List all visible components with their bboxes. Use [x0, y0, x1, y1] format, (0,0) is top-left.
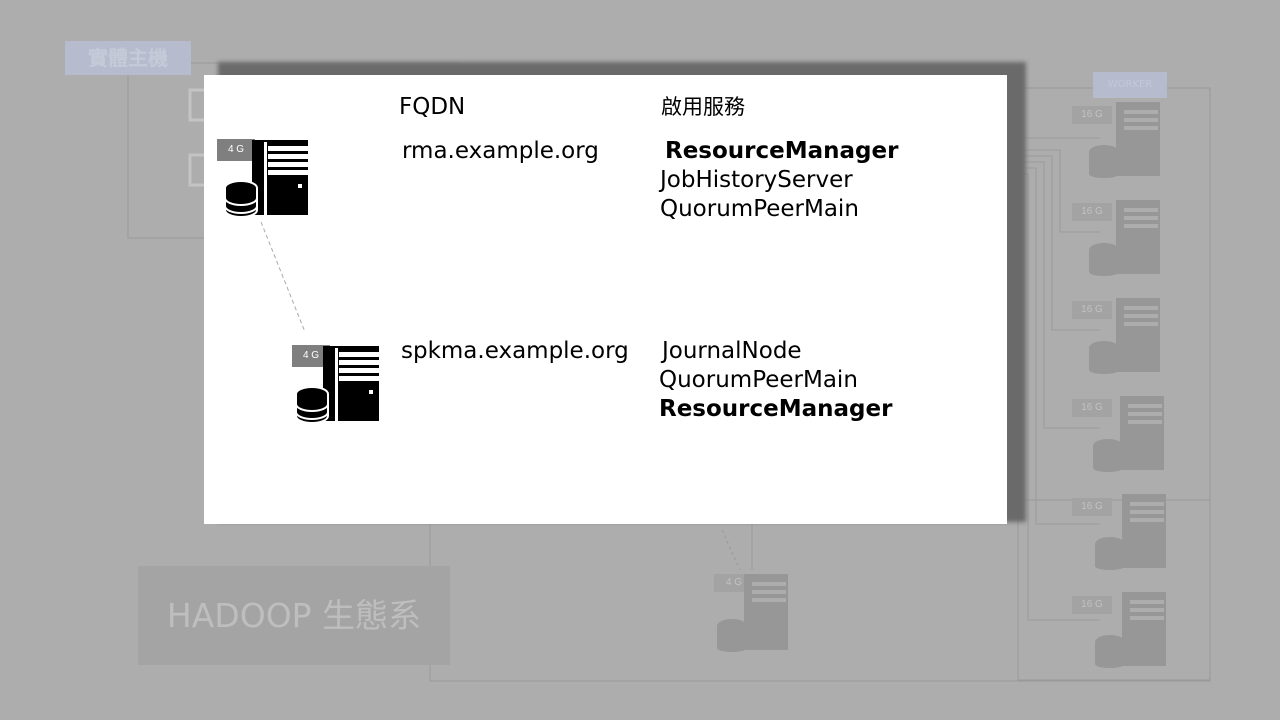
service-name: JobHistoryServer	[660, 167, 853, 193]
server-icon	[1093, 396, 1164, 472]
host1-services: ResourceManager JobHistoryServer QuorumP…	[660, 137, 898, 224]
host-connector-line	[260, 221, 306, 333]
server-icon	[1089, 298, 1160, 374]
service-name: ResourceManager	[659, 396, 893, 422]
service-name: JournalNode	[662, 338, 802, 364]
host2-services: JournalNode QuorumPeerMain ResourceManag…	[659, 337, 892, 424]
hadoop-ecosystem-label: HADOOP 生態系	[138, 566, 450, 665]
host1-fqdn: rma.example.org	[402, 138, 599, 164]
service-name: ResourceManager	[665, 138, 899, 164]
server-icon	[1089, 200, 1160, 276]
server-icon	[1095, 592, 1166, 668]
service-name: QuorumPeerMain	[659, 367, 858, 393]
server-icon	[224, 140, 308, 218]
fqdn-header: FQDN	[399, 94, 466, 120]
physical-host-label: 實體主機	[65, 41, 191, 75]
server-icon	[1095, 494, 1166, 570]
host2-fqdn: spkma.example.org	[401, 338, 629, 364]
server-icon	[717, 574, 788, 652]
worker-label: WORKER	[1093, 72, 1167, 98]
server-icon	[1089, 102, 1160, 178]
service-name: QuorumPeerMain	[660, 196, 859, 222]
services-header: 啟用服務	[661, 95, 745, 119]
server-icon	[295, 346, 379, 424]
